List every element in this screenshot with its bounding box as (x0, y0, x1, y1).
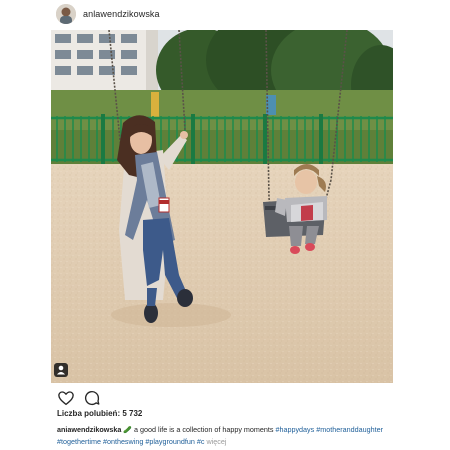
more-label: więcej (206, 437, 227, 446)
hashtag-link[interactable]: #motheranddaughter (316, 425, 383, 434)
post-username[interactable]: anlawendzikowska (83, 9, 160, 19)
comment-icon[interactable] (83, 389, 101, 407)
hashtag-link[interactable]: #playgroundfun (145, 437, 195, 446)
user-tag-icon[interactable] (54, 363, 68, 377)
likes-label: Liczba polubień: (57, 409, 121, 418)
caption-username[interactable]: aniawendzikowska (57, 425, 121, 434)
hashtag-link[interactable]: #ontheswing (103, 437, 143, 446)
avatar[interactable] (56, 4, 76, 24)
post-caption: aniawendzikowska 🥒 a good life is a coll… (57, 424, 397, 447)
instagram-post: anlawendzikowska Liczba polubień: 5 732 … (0, 0, 450, 450)
caption-emoji: 🥒 (123, 427, 133, 434)
post-header: anlawendzikowska (56, 2, 160, 26)
likes-number: 5 732 (122, 409, 143, 418)
caption-text: a good life is a collection of happy mom… (132, 425, 276, 434)
more-link[interactable]: więcej (204, 437, 226, 446)
heart-icon[interactable] (57, 389, 75, 407)
hashtag-link[interactable]: #togethertime (57, 437, 101, 446)
hashtag-link[interactable]: #happydays (275, 425, 314, 434)
post-actions (57, 389, 109, 407)
likes-count[interactable]: Liczba polubień: 5 732 (57, 409, 142, 418)
post-photo[interactable] (51, 30, 393, 383)
